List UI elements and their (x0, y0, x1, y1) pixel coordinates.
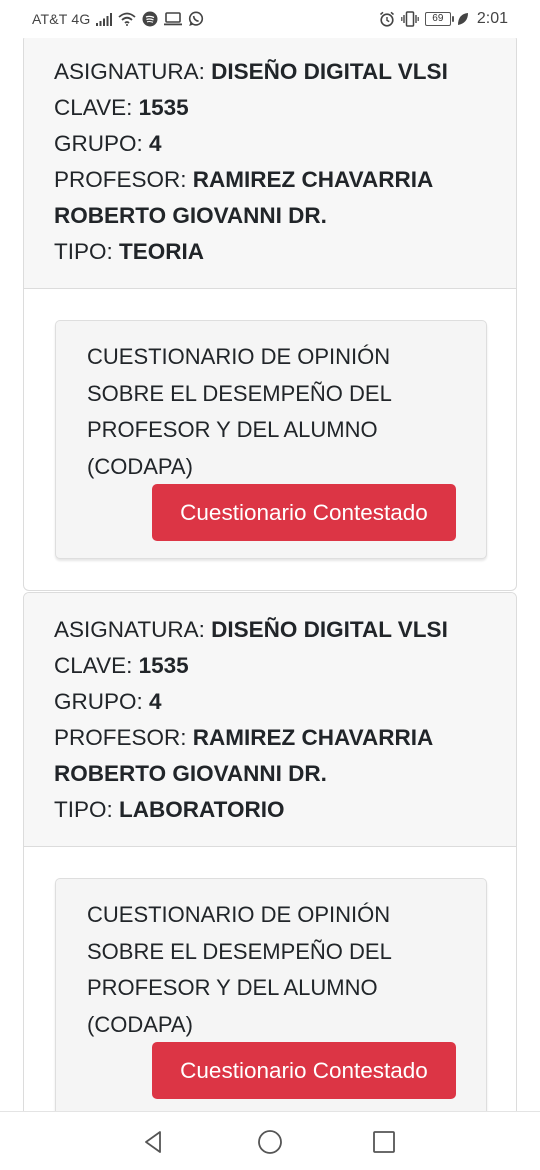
type-value: LABORATORIO (119, 797, 285, 822)
course-info: ASIGNATURA: DISEÑO DIGITAL VLSI CLAVE: 1… (24, 35, 516, 289)
status-bar: AT&T 4G 69 2:01 (0, 0, 540, 38)
subject-value: DISEÑO DIGITAL VLSI (211, 617, 448, 642)
type-value: TEORIA (119, 239, 205, 264)
professor-value: RAMIREZ CHAVARRIA (192, 167, 434, 192)
professor-value: RAMIREZ CHAVARRIA (192, 725, 434, 750)
key-value: 1535 (138, 95, 189, 120)
type-label: TIPO: (54, 797, 113, 822)
survey-answered-button[interactable]: Cuestionario Contestado (152, 484, 456, 541)
navigation-bar (0, 1111, 540, 1170)
survey-title-line: CUESTIONARIO DE OPINIÓN (87, 344, 391, 369)
course-card: ASIGNATURA: DISEÑO DIGITAL VLSI CLAVE: 1… (23, 34, 517, 591)
survey-title-line: SOBRE EL DESEMPEÑO DEL (87, 938, 392, 964)
survey-title-line: (CODAPA) (87, 453, 193, 479)
wifi-icon (118, 12, 137, 26)
professor-line: PROFESOR: RAMIREZ CHAVARRIA (54, 720, 486, 756)
back-button[interactable] (138, 1126, 170, 1158)
survey-title-line: PROFESOR Y DEL ALUMNO (87, 975, 378, 1000)
signal-icon (96, 12, 113, 26)
survey-title: CUESTIONARIO DE OPINIÓN SOBRE EL DESEMPE… (87, 897, 427, 1043)
survey-title-line: SOBRE EL DESEMPEÑO DEL (87, 380, 392, 406)
survey-box: CUESTIONARIO DE OPINIÓN SOBRE EL DESEMPE… (55, 320, 487, 559)
carrier-label: AT&T 4G (32, 11, 91, 27)
professor-value-cont: ROBERTO GIOVANNI DR. (54, 203, 327, 228)
group-label: GRUPO: (54, 689, 143, 714)
subject-line: ASIGNATURA: DISEÑO DIGITAL VLSI (54, 612, 486, 648)
cast-icon (164, 12, 183, 26)
recents-icon (373, 1131, 395, 1153)
type-label: TIPO: (54, 239, 113, 264)
subject-line: ASIGNATURA: DISEÑO DIGITAL VLSI (54, 54, 486, 90)
subject-label: ASIGNATURA: (54, 59, 205, 84)
app-screen: AT&T 4G 69 2:01 ASIGNATURA: DISEÑO DIGIT… (0, 0, 540, 1170)
course-info: ASIGNATURA: DISEÑO DIGITAL VLSI CLAVE: 1… (24, 593, 516, 847)
vibrate-icon (401, 11, 419, 27)
type-line: TIPO: LABORATORIO (54, 792, 486, 828)
group-label: GRUPO: (54, 131, 143, 156)
key-line: CLAVE: 1535 (54, 648, 486, 684)
group-value: 4 (149, 131, 162, 156)
clock: 2:01 (476, 10, 508, 27)
key-label: CLAVE: (54, 95, 133, 120)
survey-title-line: CUESTIONARIO DE OPINIÓN (87, 902, 391, 927)
subject-label: ASIGNATURA: (54, 617, 205, 642)
course-card: ASIGNATURA: DISEÑO DIGITAL VLSI CLAVE: 1… (23, 592, 517, 1170)
home-icon (258, 1130, 282, 1154)
professor-line: PROFESOR: RAMIREZ CHAVARRIA (54, 162, 486, 198)
survey-box: CUESTIONARIO DE OPINIÓN SOBRE EL DESEMPE… (55, 878, 487, 1138)
survey-title: CUESTIONARIO DE OPINIÓN SOBRE EL DESEMPE… (87, 339, 427, 485)
alarm-icon (379, 11, 395, 27)
survey-answered-button[interactable]: Cuestionario Contestado (152, 1042, 456, 1099)
whatsapp-icon (188, 11, 204, 27)
recents-button[interactable] (368, 1126, 400, 1158)
key-label: CLAVE: (54, 653, 133, 678)
group-value: 4 (149, 689, 162, 714)
spotify-icon (142, 11, 158, 27)
leaf-icon (457, 12, 469, 26)
group-line: GRUPO: 4 (54, 126, 486, 162)
battery-icon: 69 (424, 12, 454, 26)
back-icon (145, 1131, 161, 1153)
group-line: GRUPO: 4 (54, 684, 486, 720)
survey-title-line: PROFESOR Y DEL ALUMNO (87, 417, 378, 442)
professor-label: PROFESOR: (54, 725, 187, 750)
survey-title-line: (CODAPA) (87, 1011, 193, 1037)
professor-value-cont: ROBERTO GIOVANNI DR. (54, 761, 327, 786)
key-value: 1535 (138, 653, 189, 678)
key-line: CLAVE: 1535 (54, 90, 486, 126)
home-button[interactable] (254, 1126, 286, 1158)
status-right: 69 2:01 (379, 10, 508, 28)
subject-value: DISEÑO DIGITAL VLSI (211, 59, 448, 84)
status-left: AT&T 4G (32, 11, 204, 27)
type-line: TIPO: TEORIA (54, 234, 486, 270)
professor-label: PROFESOR: (54, 167, 187, 192)
